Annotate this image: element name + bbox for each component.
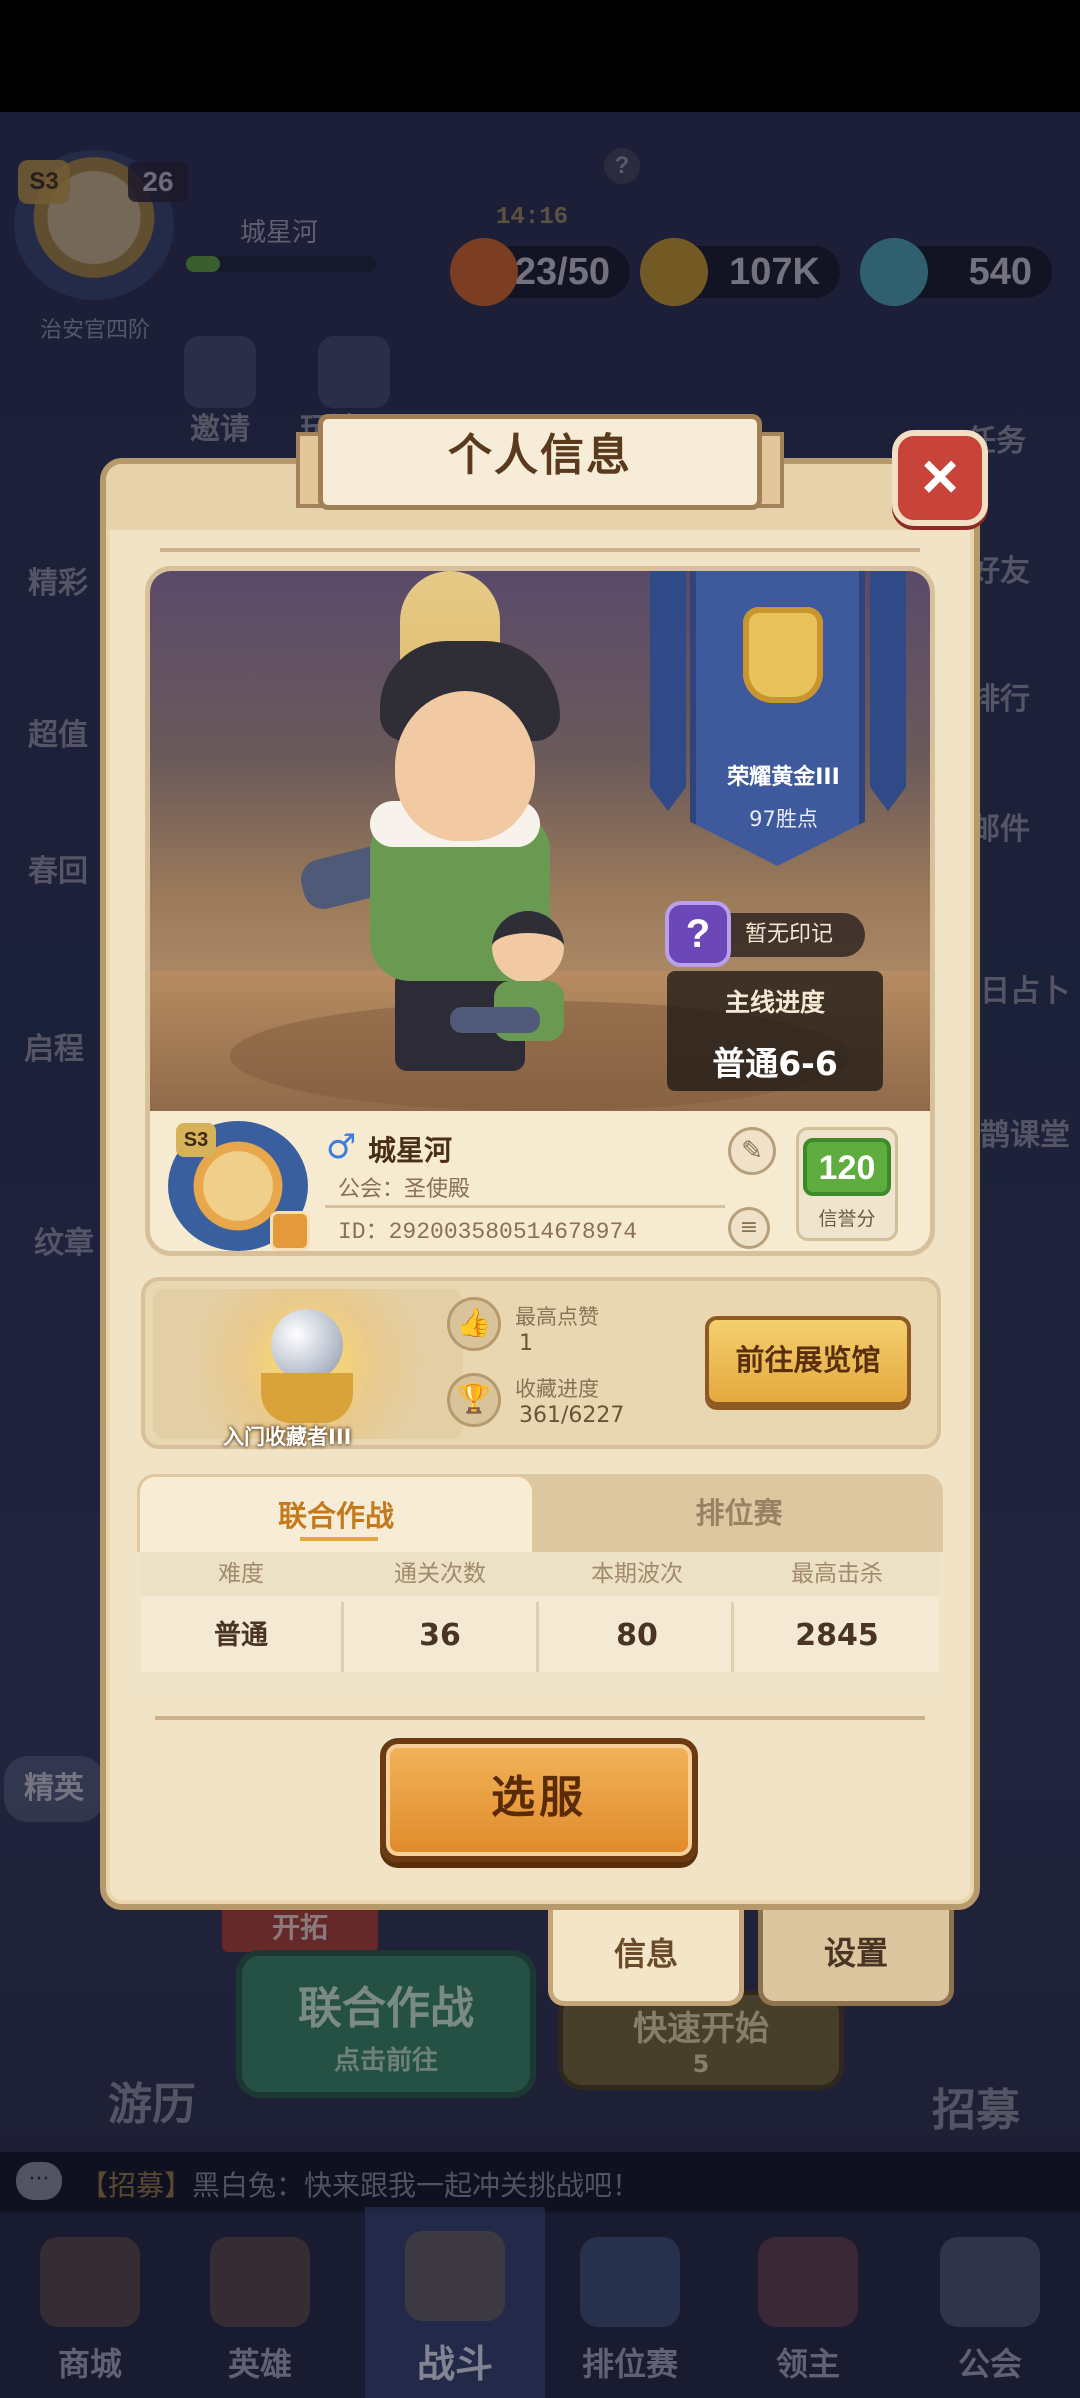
credit-score[interactable]: 120 信誉分 [796,1127,898,1241]
thumbs-up-icon: 👍 [447,1297,501,1351]
cell-difficulty: 普通 [214,1620,268,1651]
tab-ranked[interactable]: 排位赛 [535,1474,943,1552]
feather-edit-icon[interactable]: ✎ [728,1127,776,1175]
avatar-season-badge: S3 [176,1123,216,1157]
collector-title: 入门收藏者III [223,1425,352,1449]
question-emblem-icon: ? [665,901,731,967]
crystal-ball-icon [271,1309,343,1381]
player-id: ID：292003580514678974 [338,1219,638,1245]
museum-button[interactable]: 前往展览馆 [705,1316,911,1406]
cell-kills: 2845 [795,1618,879,1653]
main-progress-box: 主线进度 普通6-6 [667,971,883,1091]
stats-table: 难度 通关次数 本期波次 最高击杀 普通 36 80 2845 [141,1552,939,1694]
rank-name: 荣耀黄金III [727,765,840,790]
table-header: 难度 通关次数 本期波次 最高击杀 [141,1552,939,1596]
cell-waves: 80 [616,1618,658,1653]
tab-coop-label: 联合作战 [277,1499,394,1533]
main-progress-value: 普通6-6 [712,1044,838,1083]
cell-clears: 36 [419,1618,461,1653]
avatar-frame-badge [270,1211,310,1251]
tab-coop[interactable]: 联合作战 [137,1474,535,1552]
header-waves: 本期波次 [591,1561,683,1587]
hero-chibi [450,911,590,1081]
credit-score-value: 120 [803,1138,891,1196]
gold-trophy-icon [743,607,823,703]
male-icon: ♂ [326,1127,357,1167]
hero-scene: 荣耀黄金III 97胜点 暂无印记 ? 主线进度 普通6-6 [150,571,930,1111]
tab-settings[interactable]: 设置 [758,1910,954,2006]
header-kills: 最高击杀 [791,1561,883,1587]
profile-card: 荣耀黄金III 97胜点 暂无印记 ? 主线进度 普通6-6 S3 ♂ 城星河 … [145,566,935,1256]
stats-tabs: 联合作战 排位赛 [137,1474,943,1552]
collect-value: 361/6227 [519,1403,625,1428]
rank-points: 97胜点 [749,807,818,831]
status-bar [0,0,1080,112]
select-server-button[interactable]: 选服 [380,1738,698,1862]
likes-value: 1 [519,1331,533,1356]
collector-trophy: 入门收藏者III [153,1289,463,1449]
likes-label: 最高点赞 [515,1305,599,1329]
collect-label: 收藏进度 [515,1377,599,1401]
divider [155,1716,925,1720]
main-progress-title: 主线进度 [724,988,825,1017]
copy-icon[interactable]: ≡ [728,1207,770,1249]
rank-banner[interactable]: 荣耀黄金III 97胜点 [690,571,865,866]
guild-name: 公会：圣使殿 [338,1177,471,1202]
credit-score-label: 信誉分 [818,1208,876,1230]
trophy-icon: 🏆 [447,1373,501,1427]
player-name: 城星河 [368,1134,453,1167]
header-difficulty: 难度 [218,1561,264,1587]
divider [160,548,920,552]
modal-title: 个人信息 [318,414,762,510]
close-icon[interactable]: × [892,430,988,526]
tab-info[interactable]: 信息 [548,1910,744,2006]
header-clears: 通关次数 [394,1561,486,1587]
